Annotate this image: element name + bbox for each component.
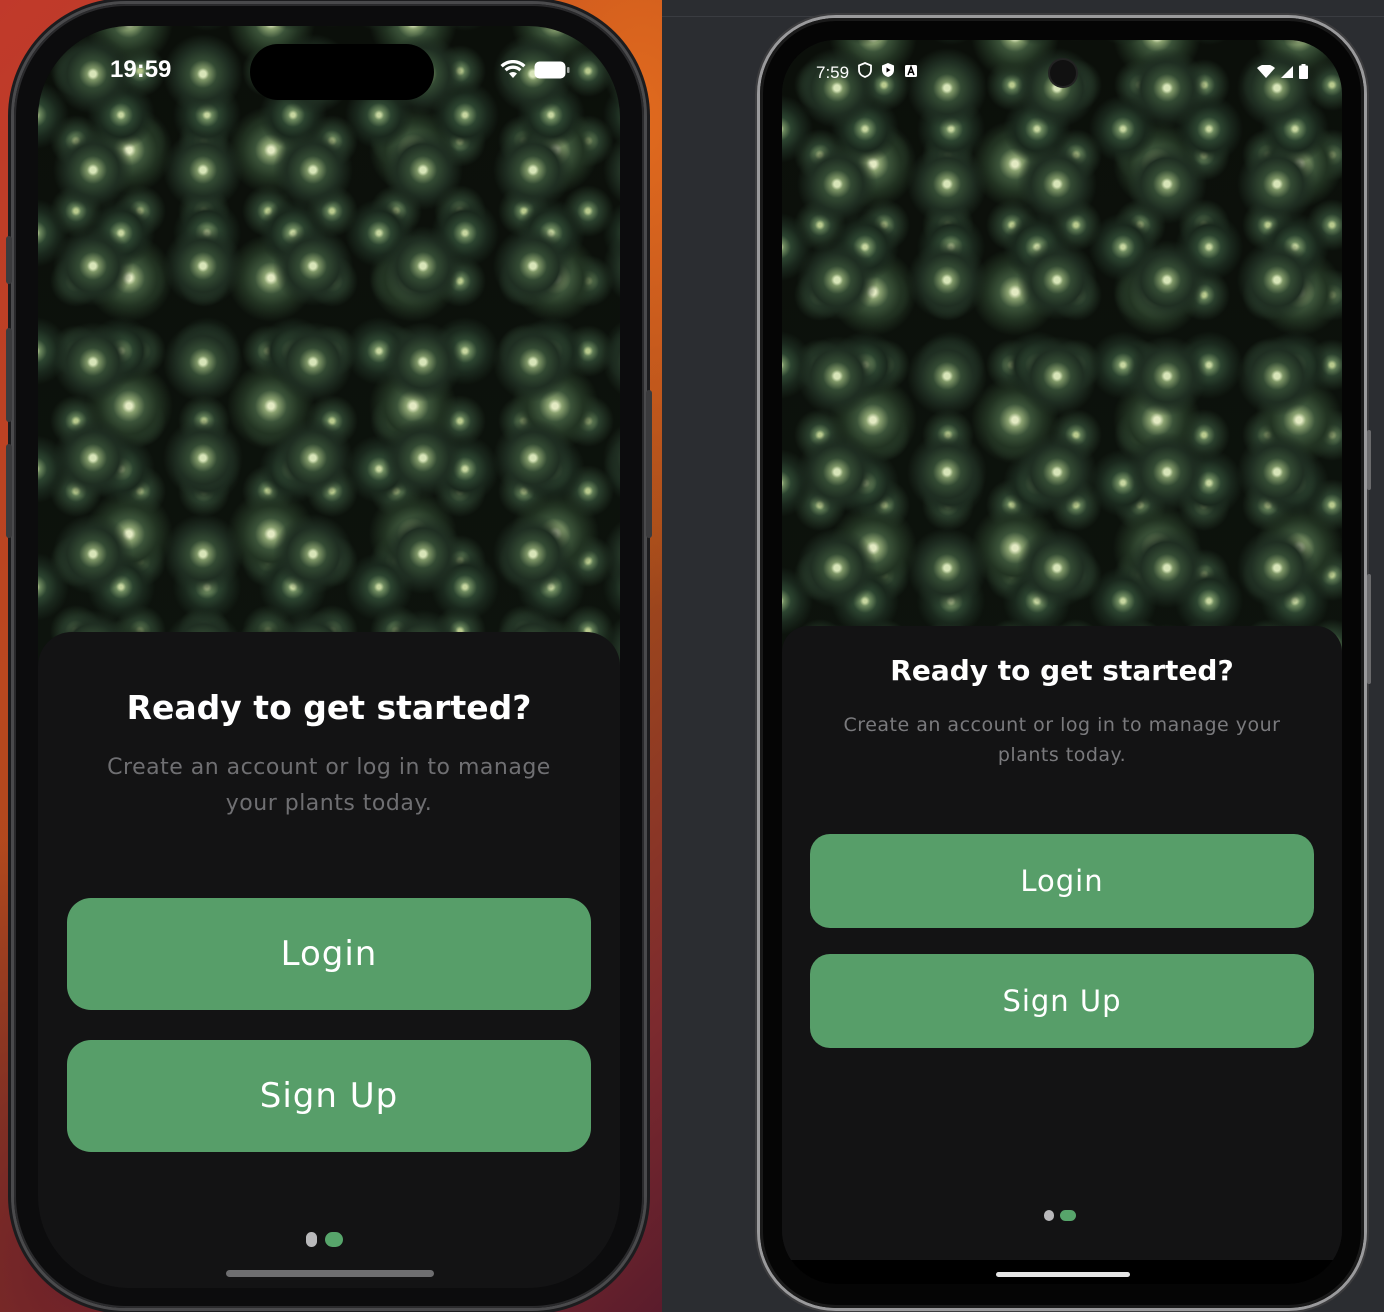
iphone-action-button bbox=[6, 236, 12, 284]
iphone-side-button bbox=[646, 390, 652, 538]
welcome-subtitle: Create an account or log in to manage yo… bbox=[107, 755, 551, 816]
battery-icon bbox=[1299, 64, 1308, 83]
sign-up-button[interactable]: Sign Up bbox=[67, 1040, 591, 1152]
page-dot-2-active[interactable] bbox=[1060, 1210, 1076, 1221]
iphone-screen: 19:59 Ready to get started? Create an ac… bbox=[38, 26, 620, 1288]
page-indicator bbox=[306, 1232, 343, 1247]
home-indicator[interactable] bbox=[226, 1270, 434, 1277]
cellular-signal-icon bbox=[1280, 64, 1294, 83]
welcome-subtitle: Create an account or log in to manage yo… bbox=[843, 714, 1281, 766]
android-status-bar-right bbox=[1257, 64, 1308, 83]
android-volume-button bbox=[1367, 574, 1371, 684]
wifi-icon bbox=[1257, 64, 1275, 83]
iphone-volume-down-button bbox=[6, 444, 12, 538]
shield-icon bbox=[858, 62, 872, 83]
welcome-card: Ready to get started? Create an account … bbox=[782, 626, 1342, 1260]
login-button[interactable]: Login bbox=[67, 898, 591, 1010]
wifi-icon bbox=[500, 59, 526, 84]
battery-icon bbox=[534, 61, 570, 83]
welcome-card: Ready to get started? Create an account … bbox=[38, 632, 620, 1288]
play-protect-icon bbox=[881, 62, 895, 83]
page-dot-1[interactable] bbox=[306, 1232, 317, 1247]
sign-up-button[interactable]: Sign Up bbox=[810, 954, 1314, 1048]
page-indicator bbox=[1044, 1210, 1076, 1221]
succulents-background-image bbox=[38, 26, 620, 666]
keyboard-a-icon bbox=[904, 63, 918, 83]
iphone-simulator-frame: 19:59 Ready to get started? Create an ac… bbox=[6, 4, 652, 1308]
page-dot-1[interactable] bbox=[1044, 1210, 1054, 1221]
iphone-volume-up-button bbox=[6, 328, 12, 422]
front-camera bbox=[1050, 60, 1076, 86]
status-time: 19:59 bbox=[110, 56, 172, 83]
gesture-nav-handle[interactable] bbox=[996, 1272, 1130, 1277]
page-dot-2-active[interactable] bbox=[325, 1232, 343, 1247]
emulator-toolbar-divider bbox=[662, 16, 1384, 17]
android-status-bar-left: 7:59 bbox=[816, 62, 918, 83]
welcome-title: Ready to get started? bbox=[126, 688, 532, 727]
succulents-background-image bbox=[782, 40, 1342, 680]
login-button[interactable]: Login bbox=[810, 834, 1314, 928]
android-emulator-frame: 7:59 Ready to get started? Create an acc… bbox=[760, 18, 1371, 1308]
status-time: 7:59 bbox=[816, 62, 850, 82]
android-screen: 7:59 Ready to get started? Create an acc… bbox=[782, 40, 1342, 1284]
welcome-title: Ready to get started? bbox=[890, 654, 1234, 687]
dynamic-island bbox=[250, 44, 434, 100]
android-power-button bbox=[1367, 430, 1371, 490]
